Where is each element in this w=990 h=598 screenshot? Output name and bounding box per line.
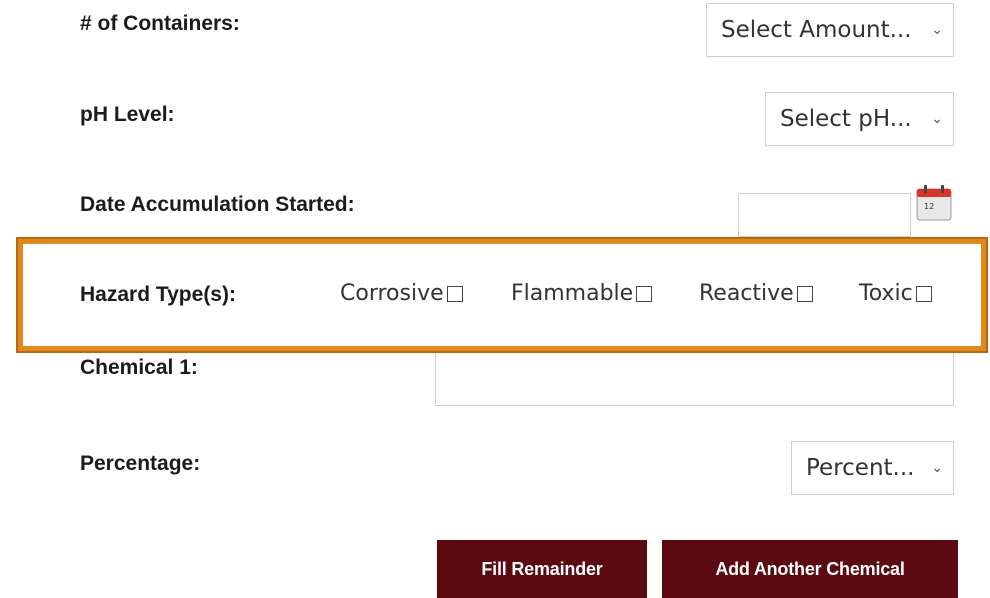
- ph-select-value: Select pH...: [780, 106, 912, 132]
- percentage-select-value: Percent...: [806, 455, 915, 481]
- containers-select[interactable]: Select Amount... ⌄: [706, 3, 954, 57]
- ph-label: pH Level:: [80, 103, 175, 126]
- flammable-checkbox[interactable]: [636, 285, 653, 302]
- calendar-day-number: 12: [924, 202, 934, 211]
- hazard-option-label: Corrosive: [340, 281, 444, 306]
- containers-label: # of Containers:: [80, 12, 240, 35]
- chemical-input[interactable]: [435, 346, 954, 406]
- reactive-checkbox[interactable]: [796, 285, 813, 302]
- hazard-option-toxic[interactable]: Toxic: [859, 281, 932, 306]
- corrosive-checkbox[interactable]: [446, 285, 463, 302]
- hazard-label: Hazard Type(s):: [80, 283, 236, 306]
- hazard-option-label: Reactive: [699, 281, 794, 306]
- chevron-down-icon: ⌄: [931, 111, 943, 127]
- toxic-checkbox[interactable]: [915, 285, 932, 302]
- hazard-option-corrosive[interactable]: Corrosive: [340, 281, 463, 306]
- chevron-down-icon: ⌄: [931, 22, 943, 38]
- chevron-down-icon: ⌄: [931, 460, 943, 476]
- ph-select[interactable]: Select pH... ⌄: [765, 92, 954, 146]
- calendar-icon[interactable]: 12: [916, 184, 952, 221]
- chemical-label: Chemical 1:: [80, 356, 198, 379]
- date-label: Date Accumulation Started:: [80, 193, 355, 216]
- hazard-option-reactive[interactable]: Reactive: [699, 281, 813, 306]
- containers-select-value: Select Amount...: [721, 17, 912, 43]
- fill-remainder-button[interactable]: Fill Remainder: [437, 540, 647, 598]
- date-input[interactable]: [738, 193, 911, 237]
- hazard-option-flammable[interactable]: Flammable: [511, 281, 653, 306]
- percentage-label: Percentage:: [80, 452, 201, 475]
- add-another-chemical-button[interactable]: Add Another Chemical: [662, 540, 958, 598]
- hazard-option-label: Flammable: [511, 281, 634, 306]
- percentage-select[interactable]: Percent... ⌄: [791, 441, 954, 495]
- hazard-option-label: Toxic: [859, 281, 913, 306]
